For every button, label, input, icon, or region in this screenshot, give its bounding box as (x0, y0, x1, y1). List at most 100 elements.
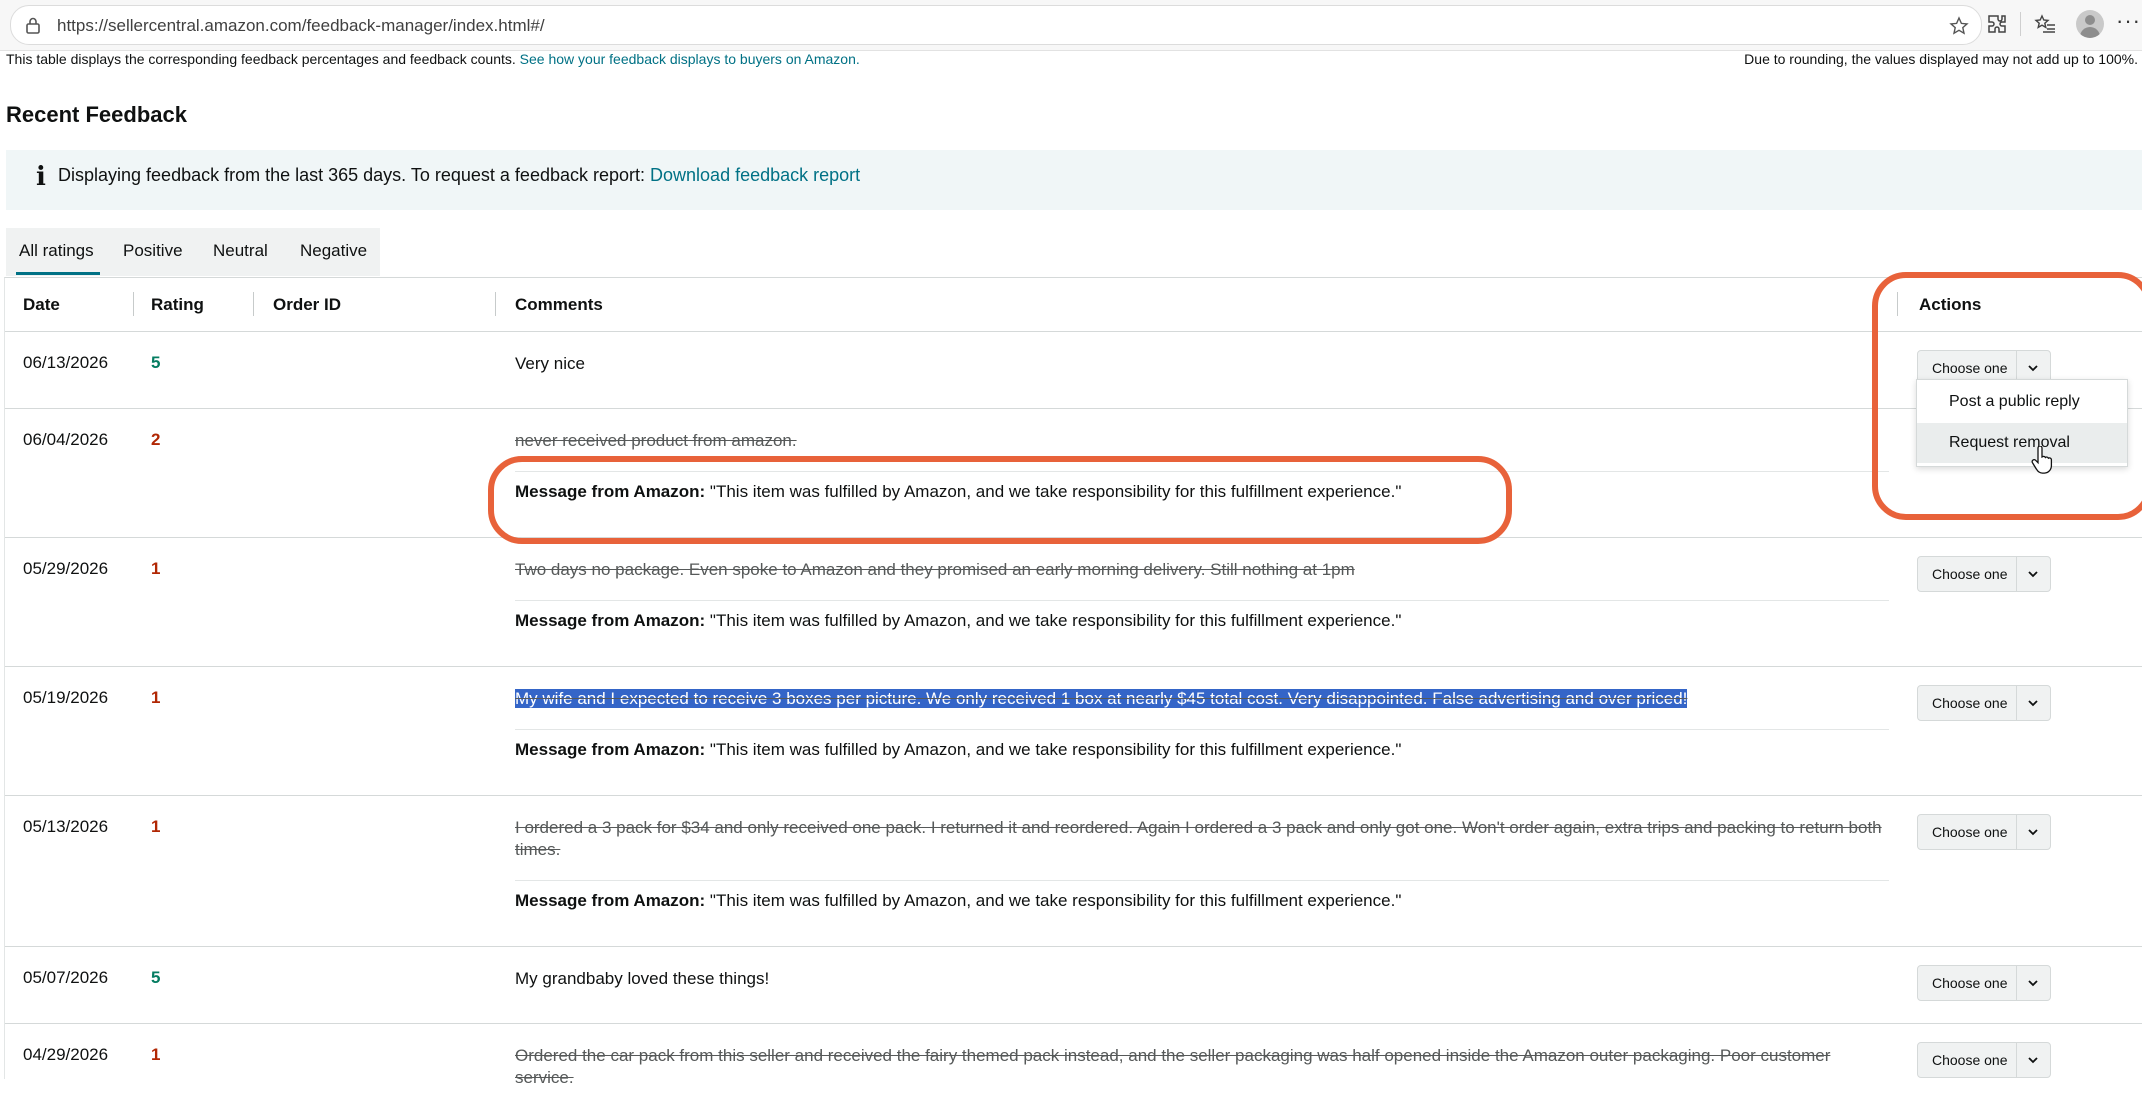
rounding-note: Due to rounding, the values displayed ma… (1744, 51, 2138, 67)
table-row: 05/07/2026 5 My grandbaby loved these th… (5, 947, 2142, 1024)
amazon-message: Message from Amazon: "This item was fulf… (515, 891, 1401, 911)
menu-item-request-removal[interactable]: Request removal (1917, 423, 2127, 463)
feedback-info-line: This table displays the corresponding fe… (6, 51, 860, 67)
info-text: This table displays the corresponding fe… (6, 51, 516, 67)
table-row: 05/29/2026 1 Two days no package. Even s… (5, 538, 2142, 667)
actions-dropdown[interactable]: Choose one (1917, 556, 2051, 592)
menu-item-label: Post a public reply (1949, 393, 2080, 410)
table-header: Date Rating Order ID Comments Actions (5, 278, 2142, 332)
comment-divider (515, 880, 1889, 881)
header-comments[interactable]: Comments (515, 295, 603, 315)
feedback-date: 05/19/2026 (23, 688, 109, 707)
feedback-comment: I ordered a 3 pack for $34 and only rece… (515, 818, 1882, 859)
tab-neutral[interactable]: Neutral (213, 241, 268, 261)
header-divider (495, 292, 496, 316)
feedback-comment: Two days no package. Even spoke to Amazo… (515, 560, 1355, 579)
feedback-rating: 1 (151, 1045, 161, 1064)
comment-divider (515, 600, 1889, 601)
url-text[interactable]: https://sellercentral.amazon.com/feedbac… (57, 16, 545, 36)
amazon-message-text: "This item was fulfilled by Amazon, and … (709, 611, 1402, 630)
download-report-link[interactable]: Download feedback report (650, 165, 860, 185)
actions-dropdown-label: Choose one (1932, 824, 2008, 840)
feedback-date: 05/07/2026 (23, 968, 109, 987)
feedback-comment: My wife and I expected to receive 3 boxe… (515, 688, 1889, 710)
more-options-icon[interactable]: ··· (2116, 8, 2141, 34)
feedback-comment: never received product from amazon. (515, 431, 797, 450)
actions-dropdown-label: Choose one (1932, 695, 2008, 711)
actions-dropdown[interactable]: Choose one (1917, 1042, 2051, 1078)
tab-all-ratings[interactable]: All ratings (19, 241, 94, 261)
chevron-down-icon (2028, 700, 2038, 707)
amazon-message-text: "This item was fulfilled by Amazon, and … (709, 740, 1402, 759)
alert-message: Displaying feedback from the last 365 da… (58, 165, 646, 185)
table-row: 05/19/2026 1 My wife and I expected to r… (5, 667, 2142, 796)
feedback-date: 06/13/2026 (23, 353, 109, 372)
page-title: Recent Feedback (6, 102, 187, 127)
feedback-rating: 2 (151, 430, 161, 449)
header-divider (133, 292, 134, 316)
hand-cursor-icon (2031, 446, 2053, 474)
chevron-down-icon (2028, 365, 2038, 372)
browser-toolbar: https://sellercentral.amazon.com/feedbac… (0, 0, 2142, 51)
feedback-date: 05/29/2026 (23, 559, 109, 578)
actions-dropdown-label: Choose one (1932, 1052, 2008, 1068)
tab-positive[interactable]: Positive (123, 241, 183, 261)
feedback-date: 04/29/2026 (23, 1045, 109, 1064)
chevron-down-icon (2028, 1057, 2038, 1064)
comment-divider (515, 471, 1889, 472)
active-tab-indicator (16, 272, 100, 275)
amazon-message-label: Message from Amazon: (515, 891, 706, 910)
header-date[interactable]: Date (23, 295, 60, 315)
menu-item-post-public-reply[interactable]: Post a public reply (1917, 382, 2127, 422)
profile-avatar[interactable] (2076, 10, 2104, 38)
table-row: 04/29/2026 1 Ordered the car pack from t… (5, 1024, 2142, 1104)
comment-divider (515, 729, 1889, 730)
rating-tabs: All ratings Positive Neutral Negative (6, 228, 380, 276)
header-actions: Actions (1919, 295, 1982, 314)
feedback-comment: Ordered the car pack from this seller an… (515, 1046, 1831, 1087)
amazon-message-text: "This item was fulfilled by Amazon, and … (709, 482, 1402, 501)
feedback-comment: Very nice (515, 354, 585, 373)
actions-dropdown-label: Choose one (1932, 975, 2008, 991)
info-icon: i (36, 162, 46, 192)
table-row: 06/13/2026 5 Very nice Choose one (5, 332, 2142, 409)
feedback-rating: 1 (151, 559, 161, 578)
feedback-display-link[interactable]: See how your feedback displays to buyers… (520, 51, 860, 67)
tab-negative[interactable]: Negative (300, 241, 367, 261)
amazon-message-label: Message from Amazon: (515, 611, 706, 630)
info-alert: i Displaying feedback from the last 365 … (6, 150, 2142, 210)
actions-dropdown[interactable]: Choose one (1917, 814, 2051, 850)
feedback-comment: My grandbaby loved these things! (515, 969, 770, 988)
feedback-date: 06/04/2026 (23, 430, 109, 449)
header-divider (1897, 292, 1898, 316)
selected-comment-text: My wife and I expected to receive 3 boxe… (515, 689, 1688, 708)
feedback-table: Date Rating Order ID Comments Actions 06… (4, 277, 2142, 1087)
amazon-message-label: Message from Amazon: (515, 482, 706, 501)
amazon-message-label: Message from Amazon: (515, 740, 706, 759)
actions-dropdown-label: Choose one (1932, 360, 2008, 376)
feedback-date: 05/13/2026 (23, 817, 109, 836)
favorite-star-icon[interactable] (1949, 16, 1969, 36)
favorites-icon[interactable] (2034, 13, 2056, 35)
actions-dropdown-label: Choose one (1932, 566, 2008, 582)
header-divider (253, 292, 254, 316)
toolbar-divider (2020, 12, 2021, 36)
chevron-down-icon (2028, 980, 2038, 987)
table-row: 05/13/2026 1 I ordered a 3 pack for $34 … (5, 796, 2142, 947)
actions-dropdown[interactable]: Choose one (1917, 685, 2051, 721)
chevron-down-icon (2028, 829, 2038, 836)
extensions-icon[interactable] (1986, 13, 2008, 35)
amazon-message: Message from Amazon: "This item was fulf… (515, 740, 1401, 760)
feedback-rating: 1 (151, 688, 161, 707)
feedback-rating: 1 (151, 817, 161, 836)
alert-text: Displaying feedback from the last 365 da… (58, 165, 860, 186)
address-bar[interactable]: https://sellercentral.amazon.com/feedbac… (10, 5, 1982, 45)
lock-icon (26, 17, 40, 34)
header-rating[interactable]: Rating (151, 295, 204, 315)
table-row: 06/04/2026 2 never received product from… (5, 409, 2142, 538)
actions-dropdown[interactable]: Choose one (1917, 965, 2051, 1001)
chevron-down-icon (2028, 571, 2038, 578)
header-order-id[interactable]: Order ID (273, 295, 341, 315)
amazon-message: Message from Amazon: "This item was fulf… (515, 482, 1401, 502)
actions-menu: Post a public reply Request removal (1916, 379, 2128, 467)
